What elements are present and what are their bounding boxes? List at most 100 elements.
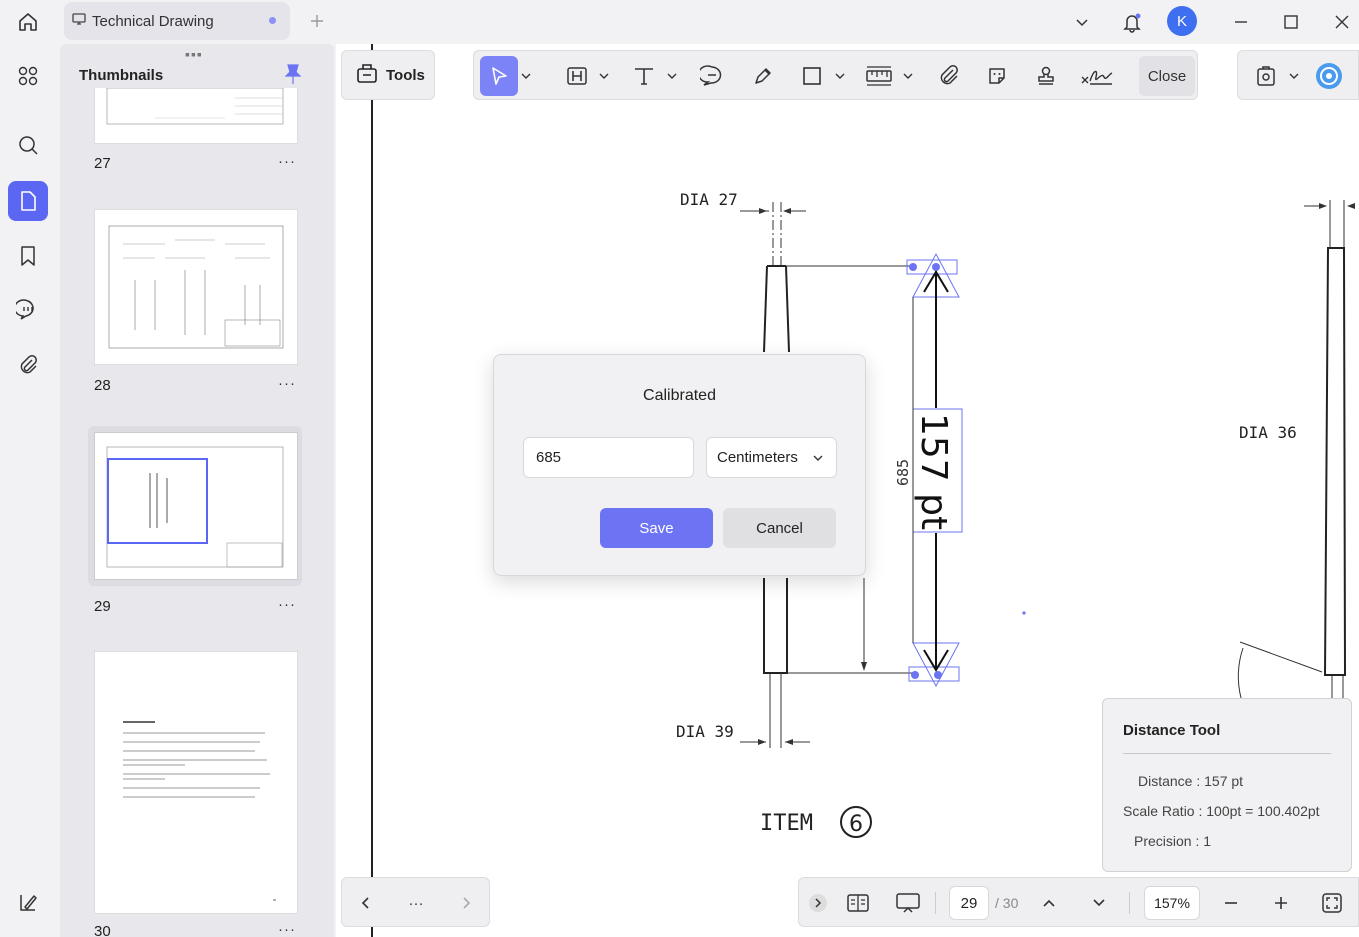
chevron-down-icon[interactable] — [1068, 8, 1096, 36]
dia-36-label: DIA 36 — [1239, 423, 1297, 442]
scale-ratio-value: Scale Ratio : 100pt = 100.402pt — [1123, 803, 1320, 819]
panel-drag-handle[interactable]: ▪▪▪ — [185, 46, 203, 62]
avatar[interactable]: K — [1167, 6, 1197, 36]
cancel-button[interactable]: Cancel — [723, 508, 836, 548]
page-total: / 30 — [995, 895, 1019, 911]
unit-select-value: Centimeters — [717, 449, 798, 466]
comment-icon[interactable] — [696, 56, 728, 96]
collapse-toggle-icon[interactable] — [807, 887, 829, 919]
page-thumbnail-29[interactable] — [94, 432, 298, 580]
dimension-685-label: 685 — [894, 459, 912, 486]
more-options-button[interactable]: ··· — [404, 887, 428, 919]
calibrate-dialog: Calibrated Centimeters Save Cancel — [493, 354, 866, 576]
monitor-icon — [72, 12, 86, 31]
chevron-up-icon[interactable] — [1037, 887, 1061, 919]
page-number-27: 27 — [94, 155, 111, 172]
chevron-down-icon[interactable] — [902, 56, 914, 96]
sidebar-settings-icon[interactable] — [8, 882, 48, 922]
panel-title: Thumbnails — [79, 67, 164, 84]
chevron-down-icon — [812, 451, 824, 468]
bookmark-icon[interactable] — [8, 236, 48, 276]
unsaved-dot-icon[interactable] — [269, 17, 276, 24]
select-cursor-icon[interactable] — [480, 56, 518, 96]
minimize-icon[interactable] — [1227, 8, 1255, 36]
comments-icon[interactable] — [8, 290, 48, 330]
highlight-text-icon[interactable] — [562, 56, 592, 96]
stamp-icon[interactable] — [1031, 56, 1061, 96]
rectangle-shape-icon[interactable] — [797, 56, 827, 96]
toolbox-icon — [356, 62, 378, 89]
divider — [1129, 892, 1130, 914]
dia-39-label: DIA 39 — [676, 722, 734, 741]
tools-button[interactable]: Tools — [341, 50, 435, 100]
page-thumbnail-28[interactable] — [94, 209, 298, 365]
precision-value: Precision : 1 — [1134, 833, 1212, 849]
title-bar: Technical Drawing K — [0, 0, 1359, 44]
divider — [1123, 753, 1331, 754]
chevron-down-icon[interactable] — [1087, 887, 1111, 919]
pin-icon[interactable] — [282, 62, 304, 86]
home-icon[interactable] — [14, 8, 42, 36]
chevron-down-icon[interactable] — [520, 56, 532, 96]
signature-icon[interactable] — [1078, 56, 1116, 96]
measurement-label[interactable]: 157 pt — [913, 413, 954, 530]
ai-assistant-icon[interactable] — [1312, 56, 1346, 96]
page-layout-icon[interactable] — [843, 887, 873, 919]
unit-select[interactable]: Centimeters — [706, 437, 837, 478]
page-more-button[interactable]: ··· — [278, 153, 296, 170]
sticker-icon[interactable] — [982, 56, 1012, 96]
annotation-toolbar: Close — [473, 50, 1198, 100]
pen-icon[interactable] — [748, 56, 778, 96]
zoom-in-icon[interactable] — [1269, 887, 1293, 919]
document-tab[interactable]: Technical Drawing — [64, 2, 290, 40]
page-controls: 29 / 30 157% — [798, 877, 1359, 927]
dialog-title: Calibrated — [643, 387, 716, 404]
paperclip-icon[interactable] — [934, 56, 964, 96]
save-button[interactable]: Save — [600, 508, 713, 548]
divider — [935, 892, 936, 914]
apps-grid-icon[interactable] — [8, 56, 48, 96]
item-number: 6 — [849, 812, 863, 837]
item-label: ITEM — [760, 811, 813, 836]
page-number-30: 30 — [94, 923, 111, 937]
thumbnails-page-icon[interactable] — [8, 181, 48, 221]
distance-tool-title: Distance Tool — [1123, 722, 1221, 739]
chevron-left-icon[interactable] — [354, 887, 378, 919]
calibration-value-input[interactable] — [523, 437, 694, 478]
chevron-down-icon[interactable] — [834, 56, 846, 96]
close-window-icon[interactable] — [1328, 8, 1356, 36]
notification-bell-icon[interactable] — [1118, 8, 1146, 36]
page-thumbnail-27[interactable] — [94, 88, 298, 144]
page-more-button[interactable]: ··· — [278, 921, 296, 937]
search-icon[interactable] — [8, 125, 48, 165]
new-tab-icon[interactable] — [304, 8, 330, 34]
left-rail — [0, 44, 58, 937]
tools-label: Tools — [386, 66, 425, 84]
page-thumbnail-30[interactable] — [94, 651, 298, 914]
page-number-29: 29 — [94, 598, 111, 615]
page-number-28: 28 — [94, 377, 111, 394]
zoom-level-input[interactable]: 157% — [1144, 886, 1200, 920]
tab-title: Technical Drawing — [92, 12, 214, 30]
text-tool-icon[interactable] — [628, 56, 660, 96]
close-tools-button[interactable]: Close — [1139, 56, 1195, 96]
page-number-input[interactable]: 29 — [949, 886, 989, 920]
distance-tool-panel: Distance Tool Distance : 157 pt Scale Ra… — [1102, 698, 1352, 872]
distance-value: Distance : 157 pt — [1138, 773, 1244, 789]
maximize-icon[interactable] — [1277, 8, 1305, 36]
screenshot-icon[interactable] — [1252, 56, 1280, 96]
dia-27-label: DIA 27 — [680, 190, 738, 209]
zoom-out-icon[interactable] — [1219, 887, 1243, 919]
right-toolbar — [1237, 50, 1359, 100]
attachment-icon[interactable] — [8, 345, 48, 385]
chevron-down-icon[interactable] — [666, 56, 678, 96]
presentation-icon[interactable] — [893, 887, 923, 919]
page-more-button[interactable]: ··· — [278, 596, 296, 613]
fit-page-icon[interactable] — [1319, 887, 1345, 919]
page-more-button[interactable]: ··· — [278, 375, 296, 392]
chevron-down-icon[interactable] — [1288, 56, 1300, 96]
chevron-down-icon[interactable] — [598, 56, 610, 96]
measure-ruler-icon[interactable] — [862, 56, 896, 96]
history-nav: ··· — [341, 877, 490, 927]
chevron-right-icon[interactable] — [454, 887, 478, 919]
